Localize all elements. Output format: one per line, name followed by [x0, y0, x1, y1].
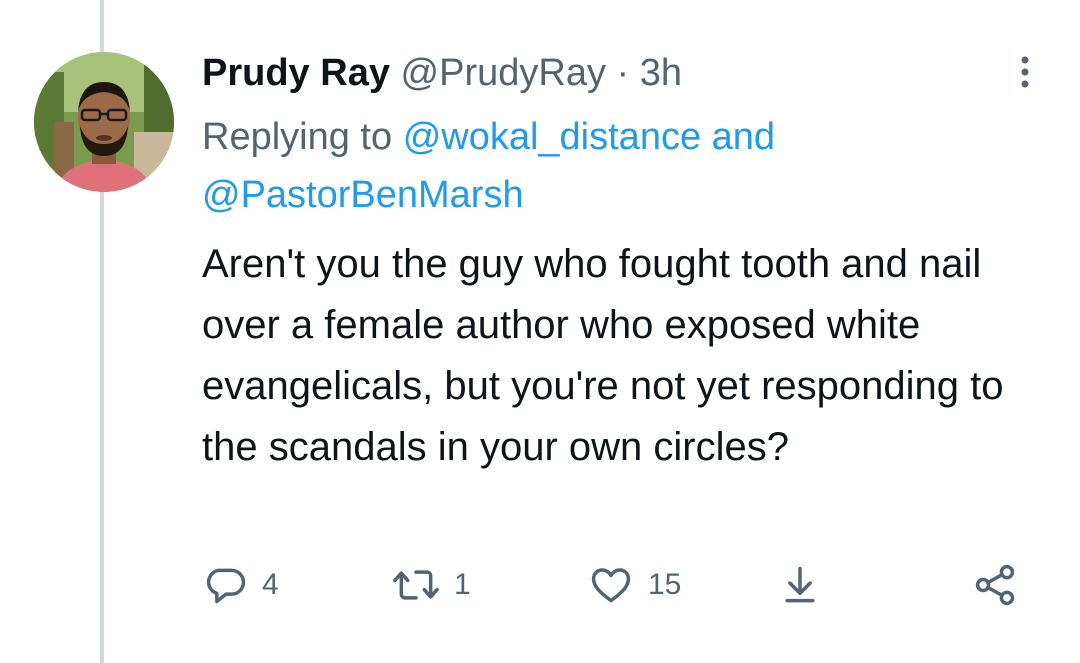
heart-icon — [588, 563, 634, 607]
tweet-content: Prudy Ray @PrudyRay · 3h Replying to @wo… — [202, 48, 1042, 478]
mention-wokal-distance[interactable]: @wokal_distance — [403, 116, 701, 158]
like-count: 15 — [648, 568, 682, 601]
reply-button[interactable]: 4 — [204, 560, 279, 610]
retweet-count: 1 — [454, 568, 471, 601]
tweet-text: Aren't you the guy who fought tooth and … — [202, 242, 1004, 469]
retweet-button[interactable]: 1 — [392, 560, 471, 610]
share-button[interactable] — [972, 560, 1018, 610]
display-name[interactable]: Prudy Ray — [202, 52, 390, 94]
tweet-header: Prudy Ray @PrudyRay · 3h — [202, 48, 1042, 98]
mention-pastor-ben-marsh[interactable]: @PastorBenMarsh — [202, 174, 524, 216]
replying-to-label: Replying to — [202, 116, 393, 158]
replying-to: Replying to @wokal_distance and @PastorB… — [202, 108, 1042, 224]
tweet-timestamp[interactable]: 3h — [640, 52, 682, 94]
more-vertical-icon — [1020, 55, 1030, 89]
tweet-view: Prudy Ray @PrudyRay · 3h Replying to @wo… — [0, 0, 1080, 663]
like-button[interactable]: 15 — [588, 560, 681, 610]
user-handle[interactable]: @PrudyRay — [401, 52, 606, 94]
reply-icon — [204, 563, 248, 607]
more-options-button[interactable] — [1010, 54, 1040, 90]
retweet-icon — [392, 563, 440, 607]
tweet-actions-bar: 4 1 15 — [0, 560, 1080, 610]
download-button[interactable] — [778, 560, 822, 610]
avatar[interactable] — [34, 52, 174, 192]
share-icon — [972, 563, 1018, 607]
download-icon — [778, 563, 822, 607]
replying-to-and[interactable]: and — [712, 116, 775, 158]
avatar-photo — [34, 52, 174, 192]
reply-count: 4 — [262, 568, 279, 601]
header-separator: · — [616, 52, 630, 94]
